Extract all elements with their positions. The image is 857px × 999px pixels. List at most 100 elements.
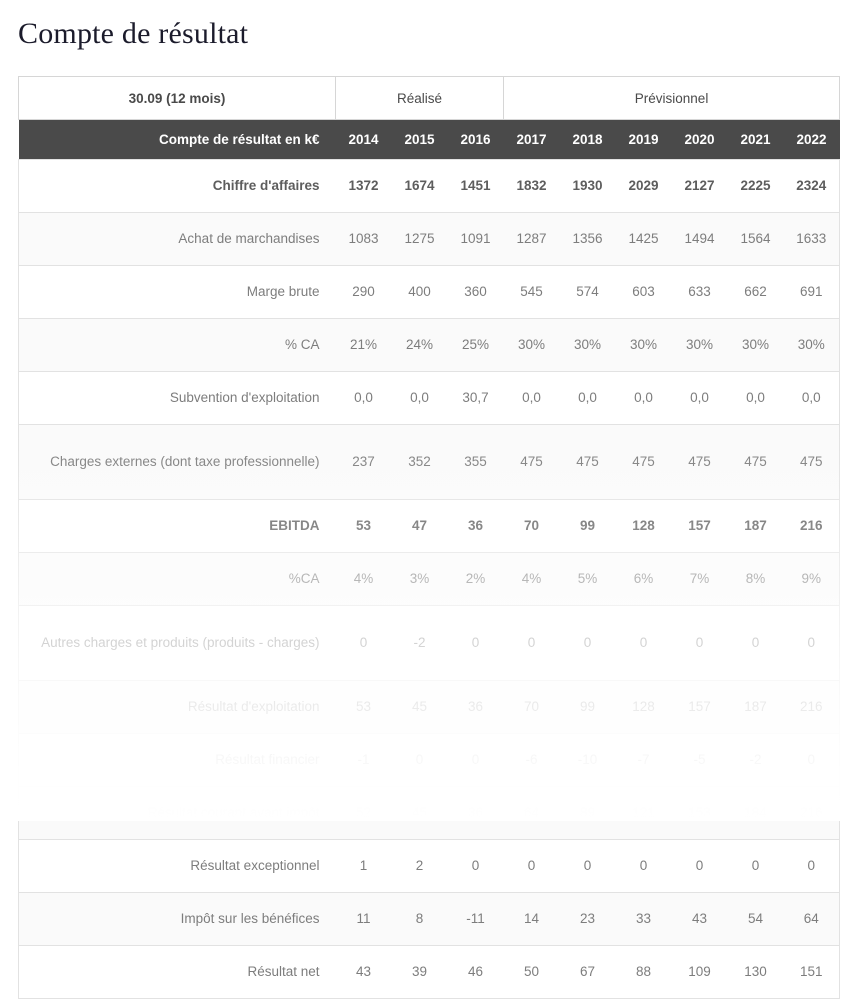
row-value: 352 — [391, 424, 448, 500]
row-value: 70 — [503, 499, 560, 553]
row-value: 0 — [783, 839, 841, 893]
row-value: 9% — [783, 552, 841, 606]
row-value: 0 — [727, 839, 784, 893]
row-label: Autres charges et produits (produits - c… — [18, 605, 336, 681]
year-header-row: Compte de résultat en k€ 2014 2015 2016 … — [18, 119, 840, 160]
row-value: 0,0 — [783, 371, 841, 425]
row-value: 43 — [671, 892, 728, 946]
row-value: 157 — [671, 680, 728, 734]
row-value: -2 — [727, 733, 784, 787]
row-value: 36 — [447, 499, 504, 553]
row-value: 1930 — [559, 159, 616, 213]
year-header-2017: 2017 — [503, 119, 560, 160]
period-header-cell: 30.09 (12 mois) — [18, 76, 336, 120]
row-value: 0 — [503, 605, 560, 681]
row-value: 1275 — [391, 212, 448, 266]
row-value: 0,0 — [503, 371, 560, 425]
row-value: 2127 — [671, 159, 728, 213]
row-value: 1451 — [447, 159, 504, 213]
income-statement-table-container: 30.09 (12 mois) Réalisé Prévisionnel Com… — [18, 76, 841, 999]
table-row: EBITDA 53 47 36 70 99 128 157 187 216 — [18, 499, 841, 553]
row-label: Achat de marchandises — [18, 212, 336, 266]
row-value: 23 — [559, 892, 616, 946]
row-value: 7% — [671, 552, 728, 606]
row-value: 43 — [335, 945, 392, 999]
page-root: Compte de résultat 30.09 (12 mois) Réali… — [0, 0, 857, 999]
row-value: 0 — [391, 733, 448, 787]
row-value: 0 — [615, 839, 672, 893]
row-value: 3% — [391, 552, 448, 606]
row-value: 691 — [783, 265, 841, 319]
table-row: % CA 21% 24% 25% 30% 30% 30% 30% 30% 30% — [18, 318, 841, 372]
table-header: 30.09 (12 mois) Réalisé Prévisionnel Com… — [18, 76, 841, 160]
row-value: 184 — [727, 786, 784, 840]
row-value: 0 — [559, 605, 616, 681]
row-value: 64 — [783, 892, 841, 946]
year-header-2022: 2022 — [783, 119, 840, 160]
row-value: 475 — [503, 424, 560, 500]
row-value: -10 — [559, 733, 616, 787]
row-label: Résultat exceptionnel — [18, 839, 336, 893]
row-value: 47 — [391, 499, 448, 553]
row-value: 0,0 — [671, 371, 728, 425]
row-value: 36 — [447, 680, 504, 734]
row-value: 45 — [391, 786, 448, 840]
row-value: 2225 — [727, 159, 784, 213]
row-value: 0 — [671, 839, 728, 893]
row-value: 0 — [615, 605, 672, 681]
row-value: 64 — [503, 786, 560, 840]
row-label: Résultat courant avant impôt — [18, 786, 336, 840]
row-value: 30% — [671, 318, 728, 372]
row-value: 0,0 — [391, 371, 448, 425]
row-value: 33 — [615, 892, 672, 946]
table-row: Chiffre d'affaires 1372 1674 1451 1832 1930 20… — [18, 159, 841, 213]
row-value: 1356 — [559, 212, 616, 266]
table-row: Résultat courant avant impôt 52 45 36 64 89 12… — [18, 786, 841, 840]
row-value: 67 — [559, 945, 616, 999]
row-value: 121 — [615, 786, 672, 840]
row-value: 54 — [727, 892, 784, 946]
row-value: 475 — [559, 424, 616, 500]
row-value: 0 — [671, 605, 728, 681]
row-value: 0 — [783, 733, 841, 787]
row-value: 574 — [559, 265, 616, 319]
row-value: 2029 — [615, 159, 672, 213]
row-value: 1083 — [335, 212, 392, 266]
row-label: % CA — [18, 318, 336, 372]
row-label: Résultat financier — [18, 733, 336, 787]
row-value: 603 — [615, 265, 672, 319]
row-value: 70 — [503, 680, 560, 734]
row-value: 53 — [335, 499, 392, 553]
row-value: -2 — [391, 605, 448, 681]
row-value: 0 — [503, 839, 560, 893]
row-value: 11 — [335, 892, 392, 946]
row-value: -11 — [447, 892, 504, 946]
row-value: 30,7 — [447, 371, 504, 425]
row-label: Résultat d'exploitation — [18, 680, 336, 734]
row-value: 355 — [447, 424, 504, 500]
row-value: 30% — [783, 318, 841, 372]
row-value: -7 — [615, 733, 672, 787]
row-value: 6% — [615, 552, 672, 606]
row-value: 46 — [447, 945, 504, 999]
table-row: Achat de marchandises 1083 1275 1091 1287 135… — [18, 212, 841, 266]
row-label: Impôt sur les bénéfices — [18, 892, 336, 946]
row-value: 89 — [559, 786, 616, 840]
row-value: 2324 — [783, 159, 841, 213]
row-value: 1091 — [447, 212, 504, 266]
row-value: 0,0 — [559, 371, 616, 425]
row-value: 1372 — [335, 159, 392, 213]
year-header-2019: 2019 — [615, 119, 672, 160]
row-value: 475 — [783, 424, 841, 500]
row-value: 475 — [671, 424, 728, 500]
income-statement-table: 30.09 (12 mois) Réalisé Prévisionnel Com… — [18, 76, 841, 999]
row-value: -5 — [671, 733, 728, 787]
row-value: -6 — [503, 733, 560, 787]
row-value: 4% — [503, 552, 560, 606]
table-row: %CA 4% 3% 2% 4% 5% 6% 7% 8% 9% — [18, 552, 841, 606]
row-value: 2% — [447, 552, 504, 606]
year-header-2020: 2020 — [671, 119, 728, 160]
row-label: Subvention d'exploitation — [18, 371, 336, 425]
header-row-label: Compte de résultat en k€ — [18, 119, 336, 160]
table-row: Résultat net 43 39 46 50 67 88 109 130 151 — [18, 945, 841, 999]
